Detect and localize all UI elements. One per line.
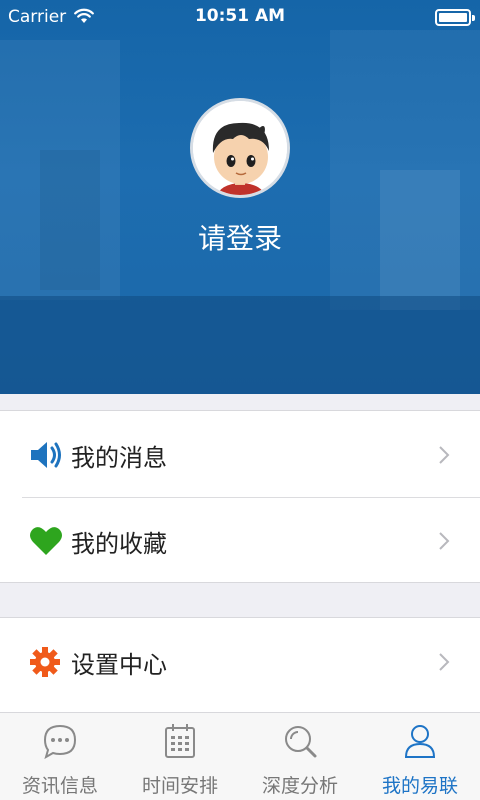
status-bar: Carrier 10:51 AM: [0, 0, 480, 34]
tab-label: 时间安排: [141, 775, 218, 797]
chat-bubble-icon: [43, 724, 77, 759]
avatar[interactable]: [190, 98, 290, 198]
menu-item-label: 我的收藏: [71, 530, 167, 558]
tab-news[interactable]: 资讯信息: [0, 713, 120, 800]
chevron-right-icon: [439, 446, 450, 464]
magnifier-icon: [285, 726, 317, 758]
login-prompt[interactable]: 请登录: [0, 217, 480, 257]
header-band: [0, 296, 480, 394]
tab-schedule[interactable]: 时间安排: [120, 713, 240, 800]
tab-bar: 资讯信息 时间安排 深度分析 我的易联: [0, 712, 480, 800]
menu-item-label: 我的消息: [71, 444, 167, 472]
person-icon: [404, 725, 436, 758]
tab-label: 深度分析: [261, 775, 338, 797]
menu-item-label: 设置中心: [71, 651, 167, 679]
tab-label: 资讯信息: [21, 775, 98, 797]
menu-item-my-messages[interactable]: 我的消息: [0, 411, 480, 497]
menu-item-my-favorites[interactable]: 我的收藏: [0, 497, 480, 583]
tab-analysis[interactable]: 深度分析: [240, 713, 360, 800]
tab-my-yilian[interactable]: 我的易联: [360, 713, 480, 800]
tab-label: 我的易联: [381, 775, 458, 797]
battery-icon: [435, 9, 475, 26]
chevron-right-icon: [439, 653, 450, 671]
menu-item-settings[interactable]: 设置中心: [0, 618, 480, 704]
menu-group-secondary: 设置中心: [0, 617, 480, 717]
calendar-icon: [165, 724, 195, 758]
menu-group-primary: 我的消息 我的收藏: [0, 410, 480, 583]
chevron-right-icon: [439, 532, 450, 550]
heart-icon: [30, 527, 62, 555]
status-time: 10:51 AM: [194, 6, 286, 26]
gear-icon: [30, 647, 60, 677]
speaker-icon: [31, 442, 61, 468]
